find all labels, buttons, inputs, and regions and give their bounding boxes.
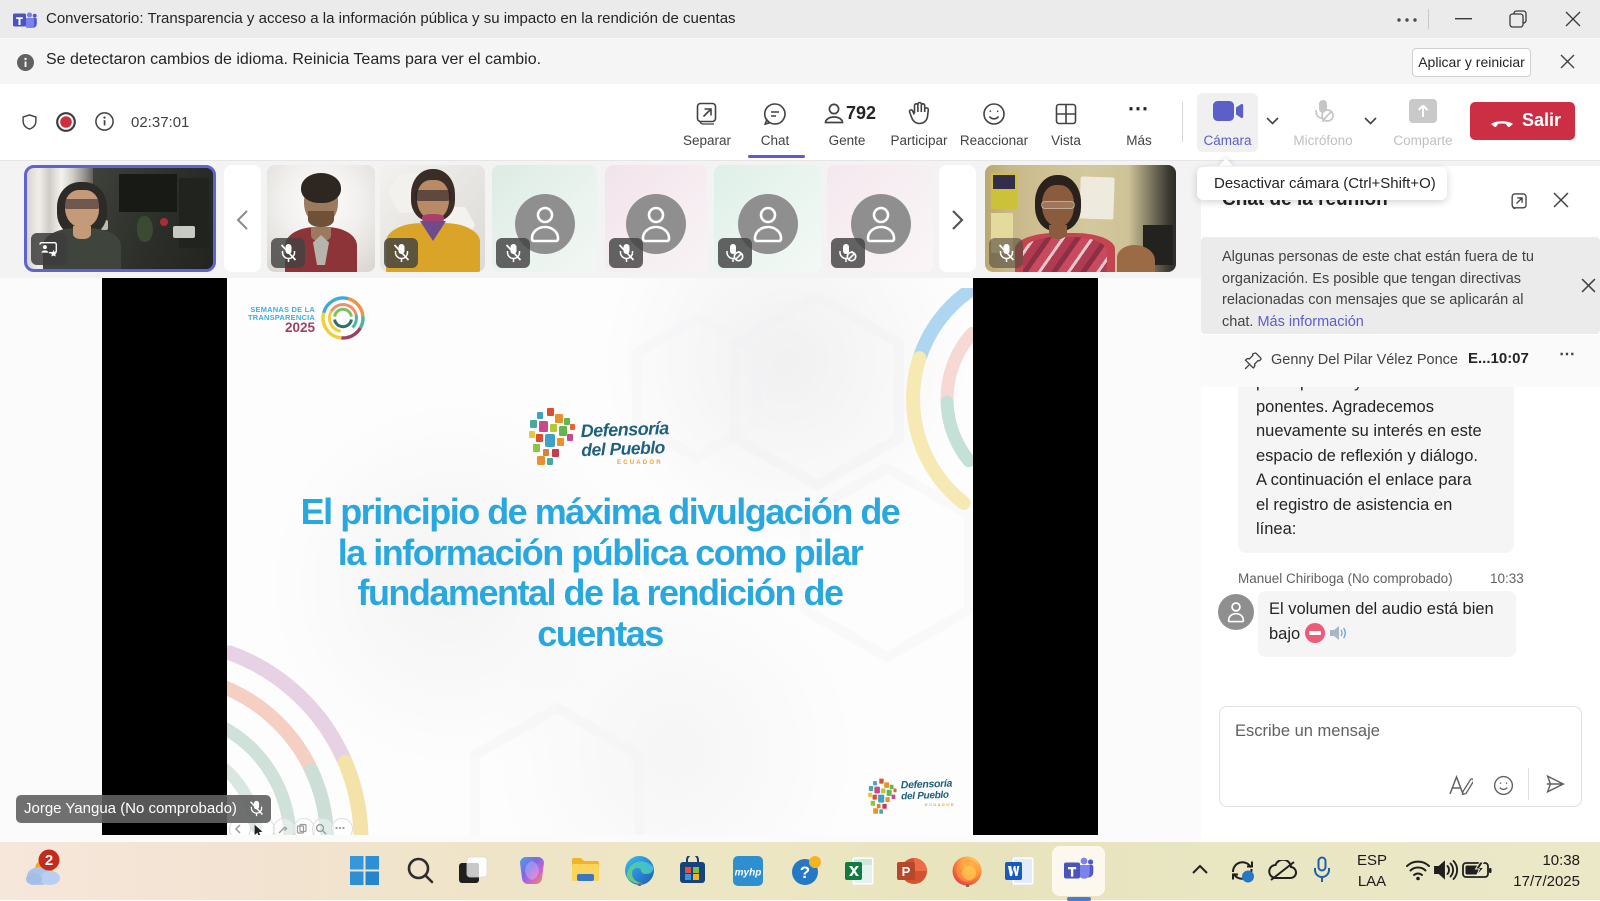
svg-text:?: ? [800, 863, 810, 882]
svg-text:myhp: myhp [735, 868, 762, 879]
svg-text:P: P [902, 864, 911, 879]
svg-text:2: 2 [45, 852, 53, 869]
